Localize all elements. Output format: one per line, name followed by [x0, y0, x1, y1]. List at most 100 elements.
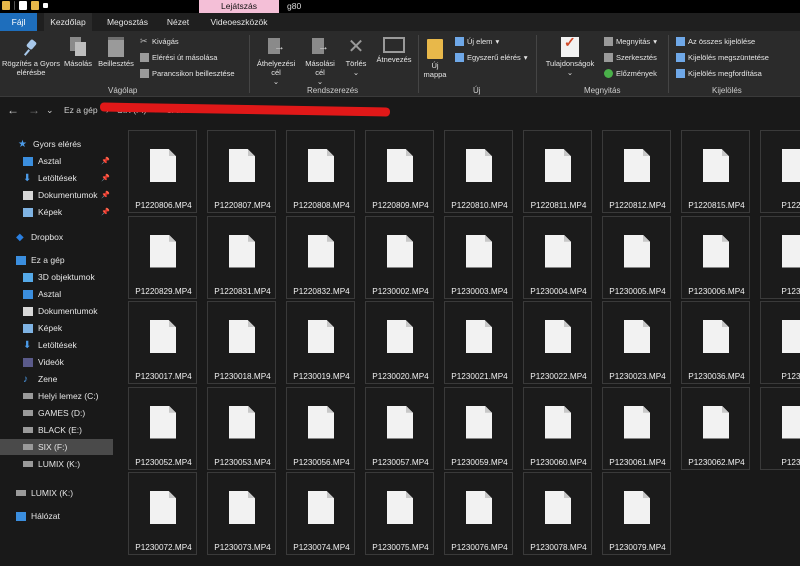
chevron-down-icon[interactable] [43, 3, 48, 8]
edit-button[interactable]: Szerkesztés [604, 53, 657, 62]
file-tile[interactable]: P1220809.MP4 [365, 130, 434, 213]
file-tile[interactable]: P1230072.MP4 [128, 472, 197, 555]
move-to-button[interactable]: Áthelyezési cél ⌄ [252, 37, 300, 86]
file-tile[interactable]: P1220806.MP4 [128, 130, 197, 213]
new-item-button[interactable]: Új elem ▾ [455, 37, 499, 46]
breadcrumb-item[interactable]: Ez a gép [64, 105, 98, 115]
tab-file[interactable]: Fájl [0, 13, 37, 31]
tab-home[interactable]: Kezdőlap [44, 13, 92, 31]
file-tile[interactable]: P12300 [760, 215, 800, 299]
file-tile[interactable]: P1220811.MP4 [523, 130, 592, 213]
file-tile[interactable]: P1230019.MP4 [286, 301, 355, 384]
file-tile[interactable]: P1220807.MP4 [207, 130, 276, 213]
dropbox-icon: ◆ [16, 231, 24, 243]
sidebar-item-drive-c[interactable]: Helyi lemez (C:) [0, 388, 113, 404]
sidebar-item-desktop[interactable]: Asztal 📌 [0, 153, 113, 169]
forward-arrow-icon[interactable]: → [28, 103, 40, 117]
file-tile[interactable]: P12300 [760, 386, 800, 470]
sidebar-item-network[interactable]: Hálózat [0, 508, 113, 524]
file-tile[interactable]: P1230004.MP4 [523, 215, 592, 299]
sidebar-item-drive-k[interactable]: LUMIX (K:) [0, 456, 113, 472]
file-tile[interactable]: P1230022.MP4 [523, 301, 592, 384]
sidebar-item-this-pc[interactable]: Ez a gép [0, 252, 113, 268]
history-button[interactable]: Előzmények [604, 69, 657, 78]
tab-view[interactable]: Nézet [160, 13, 196, 31]
file-tile[interactable]: P1220815.MP4 [681, 130, 750, 213]
file-tile[interactable]: P1230079.MP4 [602, 472, 671, 555]
file-tile[interactable]: P1220808.MP4 [286, 130, 355, 213]
sidebar-item-downloads-pc[interactable]: ⬇ Letöltések [0, 337, 113, 353]
sidebar-item-pictures[interactable]: Képek 📌 [0, 204, 113, 220]
sidebar-item-drive-d[interactable]: GAMES (D:) [0, 405, 113, 421]
properties-button[interactable]: Tulajdonságok ⌄ [540, 37, 600, 77]
delete-button[interactable]: ✕ Törlés ⌄ [341, 37, 371, 77]
sidebar-item-music[interactable]: ♪ Zene [0, 371, 113, 387]
file-tile[interactable]: P1220831.MP4 [207, 215, 276, 299]
file-tile[interactable]: P1230075.MP4 [365, 472, 434, 555]
sidebar-item-desktop-pc[interactable]: Asztal [0, 286, 113, 302]
sidebar-item-downloads[interactable]: ⬇ Letöltések 📌 [0, 170, 113, 186]
file-tile[interactable]: P1230056.MP4 [286, 386, 355, 470]
new-folder-icon[interactable] [31, 1, 39, 10]
file-tile[interactable]: P1230020.MP4 [365, 301, 434, 384]
file-tile[interactable]: P1230005.MP4 [602, 215, 671, 299]
sidebar-item-dropbox[interactable]: ◆ Dropbox [0, 229, 113, 245]
sidebar-item-drive-f[interactable]: SIX (F:) [0, 439, 113, 455]
tab-video-tools[interactable]: Videoeszközök [201, 13, 277, 31]
file-tile[interactable]: P1230006.MP4 [681, 215, 750, 299]
sidebar-item-quick-access[interactable]: ★ Gyors elérés [0, 136, 113, 152]
file-tile[interactable]: P12208 [760, 130, 800, 213]
open-button[interactable]: Megnyitás ▾ [604, 37, 657, 46]
file-tile[interactable]: P1230057.MP4 [365, 386, 434, 470]
file-tile[interactable]: P1230076.MP4 [444, 472, 513, 555]
file-tile[interactable]: P1230003.MP4 [444, 215, 513, 299]
sidebar-item-drive-e[interactable]: BLACK (E:) [0, 422, 113, 438]
copy-icon [70, 37, 86, 57]
tab-share[interactable]: Megosztás [100, 13, 155, 31]
copy-to-button[interactable]: Másolási cél ⌄ [300, 37, 340, 86]
cut-button[interactable]: ✂ Kivágás [140, 37, 179, 47]
sidebar-item-pictures-pc[interactable]: Képek [0, 320, 113, 336]
sidebar-item-lumix-drive[interactable]: LUMIX (K:) [0, 485, 113, 501]
chevron-down-icon[interactable]: ⌄ [46, 105, 54, 116]
pin-quick-access-button[interactable]: Rögzítés a Gyors elérésbe [2, 39, 60, 77]
select-all-button[interactable]: Az összes kijelölése [676, 37, 755, 46]
back-arrow-icon[interactable]: ← [7, 103, 19, 117]
file-tile[interactable]: P1230073.MP4 [207, 472, 276, 555]
new-folder-button[interactable]: Új mappa [420, 39, 450, 79]
file-tile[interactable]: P1230074.MP4 [286, 472, 355, 555]
sidebar-item-documents-pc[interactable]: Dokumentumok [0, 303, 113, 319]
paste-shortcut-button[interactable]: Parancsikon beillesztése [140, 69, 235, 78]
rename-button[interactable]: Átnevezés [372, 37, 416, 64]
file-tile[interactable]: P1230053.MP4 [207, 386, 276, 470]
sidebar-item-videos[interactable]: Videók [0, 354, 113, 370]
file-tile[interactable]: P1220829.MP4 [128, 215, 197, 299]
sidebar-item-3d-objects[interactable]: 3D objektumok [0, 269, 113, 285]
file-tile[interactable]: P1220810.MP4 [444, 130, 513, 213]
file-tile[interactable]: P1230017.MP4 [128, 301, 197, 384]
file-tile[interactable]: P1230060.MP4 [523, 386, 592, 470]
copy-button[interactable]: Másolás [60, 37, 96, 68]
file-tile[interactable]: P1220832.MP4 [286, 215, 355, 299]
file-tile[interactable]: P1230021.MP4 [444, 301, 513, 384]
file-tile[interactable]: P1230036.MP4 [681, 301, 750, 384]
context-tab-playback[interactable]: Lejátszás [199, 0, 279, 14]
sidebar-item-documents[interactable]: Dokumentumok 📌 [0, 187, 113, 203]
file-tile[interactable]: P1230059.MP4 [444, 386, 513, 470]
file-tile[interactable]: P1230061.MP4 [602, 386, 671, 470]
select-none-button[interactable]: Kijelölés megszüntetése [676, 53, 769, 62]
invert-selection-button[interactable]: Kijelölés megfordítása [676, 69, 762, 78]
paste-button[interactable]: Beillesztés [95, 37, 137, 68]
file-tile[interactable]: P1230062.MP4 [681, 386, 750, 470]
file-name: P1220812.MP4 [609, 201, 666, 210]
file-tile[interactable]: P1230018.MP4 [207, 301, 276, 384]
file-tile[interactable]: P1230023.MP4 [602, 301, 671, 384]
file-tile[interactable]: P12300 [760, 301, 800, 384]
file-tile[interactable]: P1230078.MP4 [523, 472, 592, 555]
file-tile[interactable]: P1220812.MP4 [602, 130, 671, 213]
file-tile[interactable]: P1230052.MP4 [128, 386, 197, 470]
file-tile[interactable]: P1230002.MP4 [365, 215, 434, 299]
properties-icon[interactable] [19, 1, 27, 10]
copy-path-button[interactable]: Elérési út másolása [140, 53, 217, 62]
easy-access-button[interactable]: Egyszerű elérés ▾ [455, 53, 528, 62]
